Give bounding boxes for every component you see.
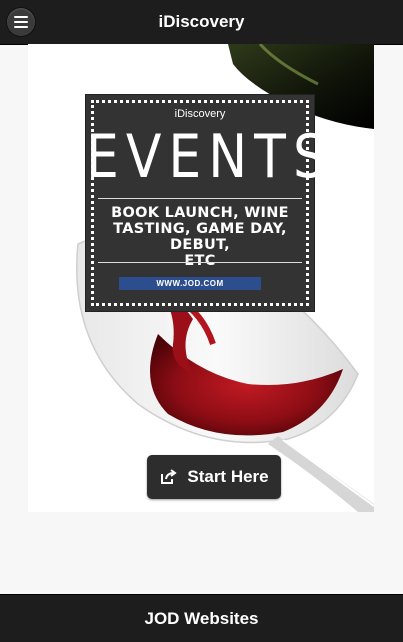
header-bar: iDiscovery xyxy=(0,0,403,45)
hamburger-menu-icon xyxy=(14,13,28,31)
divider xyxy=(98,262,302,263)
page-title: iDiscovery xyxy=(158,12,245,31)
card-headline: EVENTS xyxy=(86,123,333,192)
menu-button[interactable] xyxy=(7,8,35,36)
card-url: WWW.JOD.COM xyxy=(119,277,261,290)
card-subtitle: BOOK LAUNCH, WINE TASTING, GAME DAY, DEB… xyxy=(96,205,304,269)
footer-bar[interactable]: JOD Websites xyxy=(0,594,403,642)
subtitle-line: ETC xyxy=(184,253,216,269)
card-brand: iDiscovery xyxy=(174,108,226,120)
events-promo-card: iDiscovery EVENTS BOOK LAUNCH, WINE TAST… xyxy=(86,95,333,311)
start-here-button[interactable]: Start Here xyxy=(147,455,281,499)
subtitle-line: TASTING, GAME DAY, DEBUT, xyxy=(113,221,287,253)
share-icon xyxy=(161,469,178,484)
divider xyxy=(98,198,302,199)
footer-label: JOD Websites xyxy=(144,608,259,628)
start-here-label: Start Here xyxy=(187,467,269,486)
subtitle-line: BOOK LAUNCH, WINE xyxy=(111,205,289,221)
